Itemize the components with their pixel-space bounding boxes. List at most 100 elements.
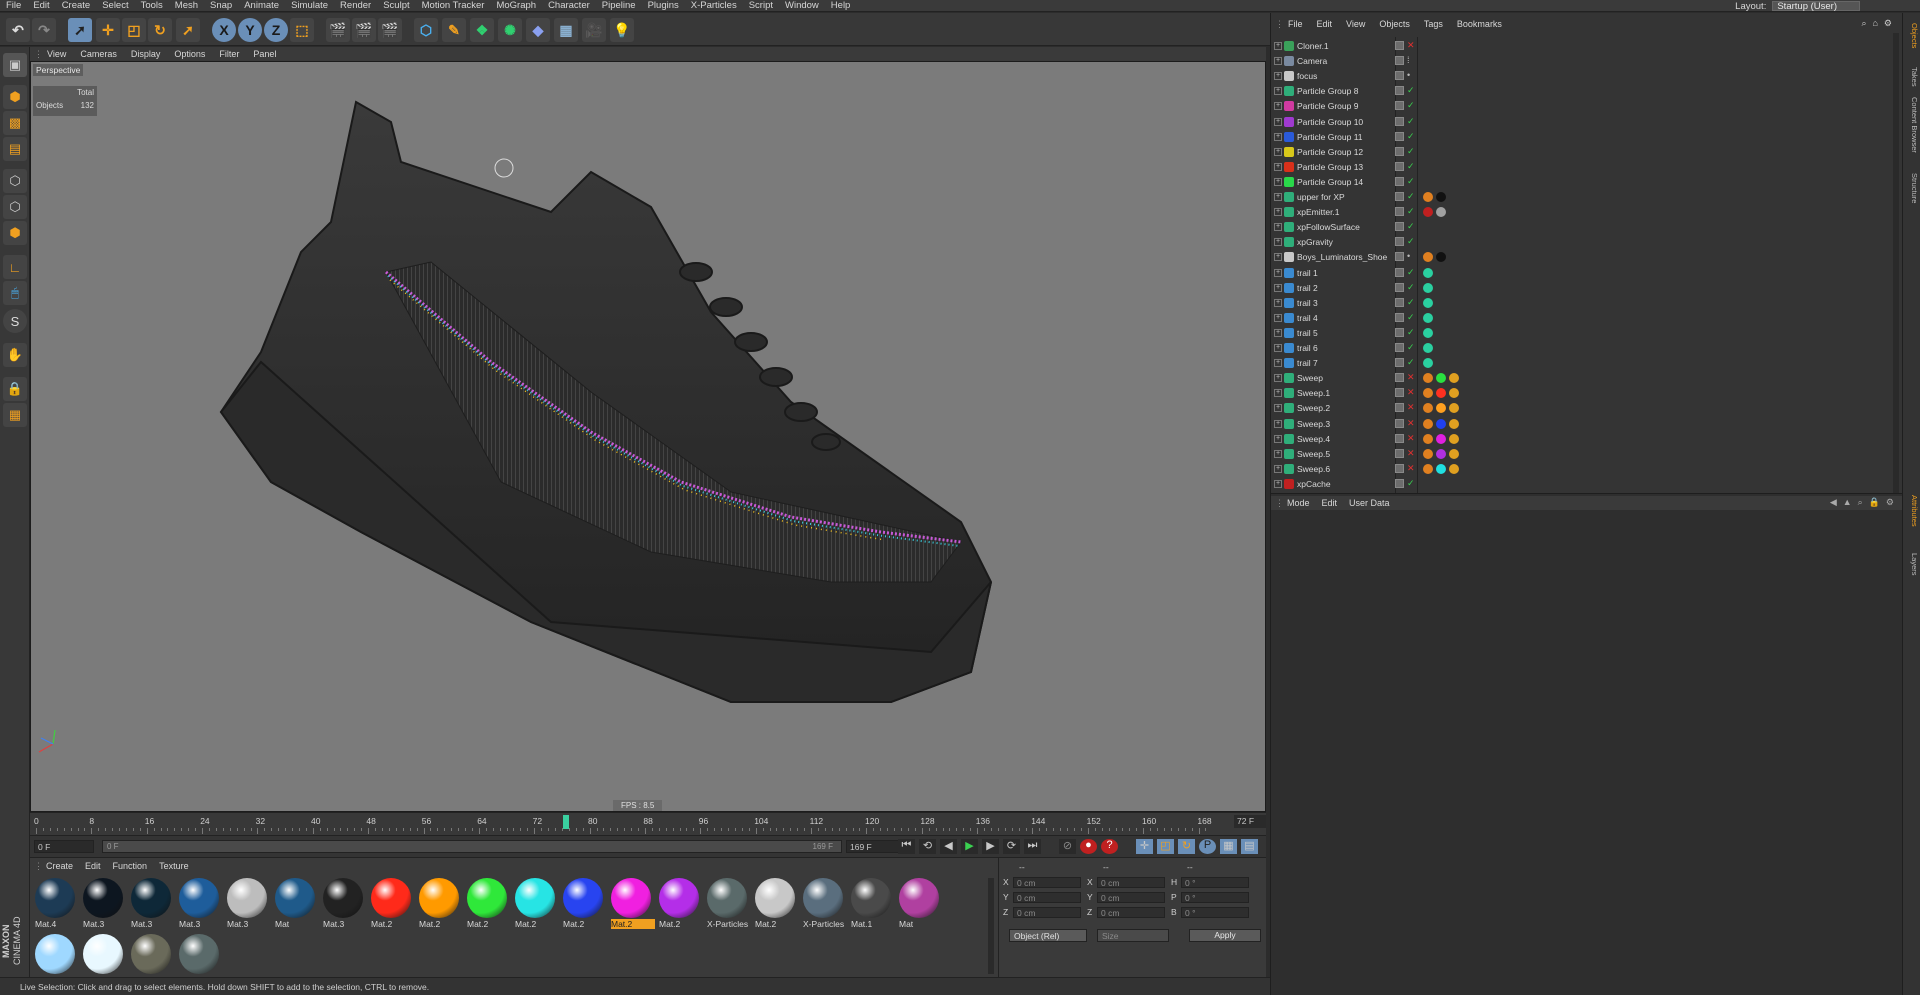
material-swatch[interactable]: Mat.4	[33, 878, 77, 931]
key-param-icon[interactable]: P	[1199, 839, 1216, 854]
object-tag-icon[interactable]	[1449, 373, 1459, 384]
object-tag-icon[interactable]	[1436, 252, 1446, 263]
layer-icon[interactable]	[1395, 131, 1404, 141]
menu-tools[interactable]: Tools	[135, 0, 169, 11]
object-tag-icon[interactable]	[1423, 388, 1433, 399]
expand-icon[interactable]: +	[1274, 298, 1282, 307]
object-name[interactable]: Cloner.1	[1297, 41, 1329, 51]
object-row[interactable]: + Particle Group 10 ✓	[1271, 115, 1891, 130]
x-axis-icon[interactable]: X	[212, 18, 236, 42]
object-row[interactable]: + Sweep.6 ✕	[1271, 462, 1891, 477]
light-icon[interactable]: 💡	[610, 18, 634, 42]
layer-icon[interactable]	[1395, 297, 1404, 307]
coord-mode-dropdown[interactable]: Object (Rel)	[1009, 929, 1087, 942]
object-row[interactable]: + xpFollowSurface ✓	[1271, 220, 1891, 235]
layer-icon[interactable]	[1395, 237, 1404, 247]
menu-x-particles[interactable]: X-Particles	[685, 0, 743, 11]
layer-icon[interactable]	[1395, 71, 1404, 81]
object-tag-icon[interactable]	[1436, 373, 1446, 384]
attribute-menu-mode[interactable]: Mode	[1281, 498, 1316, 508]
object-row[interactable]: + trail 3 ✓	[1271, 296, 1891, 311]
object-tag-icon[interactable]	[1423, 433, 1433, 444]
axis-mode-icon[interactable]: ∟	[3, 255, 27, 279]
disabled-x-icon[interactable]: ✕	[1407, 418, 1415, 428]
expand-icon[interactable]: +	[1274, 42, 1282, 50]
object-row[interactable]: + Particle Group 9 ✓	[1271, 99, 1891, 114]
layer-icon[interactable]	[1395, 327, 1404, 337]
object-tag-icon[interactable]	[1423, 282, 1433, 293]
object-tag-icon[interactable]	[1449, 433, 1459, 444]
layer-icon[interactable]	[1395, 101, 1404, 111]
edges-mode-icon[interactable]: ⬡	[3, 195, 27, 219]
object-row[interactable]: + Sweep.4 ✕	[1271, 432, 1891, 447]
up-arrow-icon[interactable]: ▲	[1843, 497, 1852, 508]
object-name[interactable]: trail 4	[1297, 313, 1318, 323]
coord-value-field[interactable]: 0 cm	[1097, 907, 1165, 918]
viewport-menu-filter[interactable]: Filter	[212, 49, 246, 59]
z-axis-icon[interactable]: Z	[264, 18, 288, 42]
autokey-icon[interactable]: ?	[1101, 839, 1118, 854]
object-name[interactable]: Particle Group 13	[1297, 162, 1363, 172]
object-tag-icon[interactable]	[1423, 312, 1433, 323]
object-tag-icon[interactable]	[1423, 373, 1433, 384]
enabled-check-icon[interactable]: ✓	[1407, 100, 1415, 110]
search-icon[interactable]: ⌕	[1858, 497, 1863, 508]
object-row[interactable]: + Sweep.3 ✕	[1271, 417, 1891, 432]
disabled-x-icon[interactable]: ✕	[1407, 433, 1415, 443]
layer-icon[interactable]	[1395, 373, 1404, 383]
viewport-menu-cameras[interactable]: Cameras	[73, 49, 124, 59]
prev-key-icon[interactable]: ⟲	[919, 839, 936, 854]
playhead[interactable]	[563, 815, 569, 829]
object-name[interactable]: trail 3	[1297, 298, 1318, 308]
lock-icon[interactable]: 🔒	[3, 377, 27, 401]
layer-icon[interactable]	[1395, 161, 1404, 171]
expand-icon[interactable]: +	[1274, 344, 1282, 352]
layer-icon[interactable]	[1395, 86, 1404, 96]
menu-edit[interactable]: Edit	[27, 0, 55, 11]
start-frame-field[interactable]: 0 F	[34, 840, 94, 853]
object-name[interactable]: trail 7	[1297, 358, 1318, 368]
key-pla-icon[interactable]: ▦	[1220, 839, 1237, 854]
object-name[interactable]: Sweep.5	[1297, 449, 1330, 459]
expand-icon[interactable]: +	[1274, 449, 1282, 458]
workplane-icon[interactable]: ▤	[3, 137, 27, 161]
expand-icon[interactable]: +	[1274, 223, 1282, 232]
object-name[interactable]: Particle Group 11	[1297, 132, 1363, 142]
layer-icon[interactable]	[1395, 448, 1404, 458]
enabled-check-icon[interactable]: ✓	[1407, 85, 1415, 95]
enabled-check-icon[interactable]: ✓	[1407, 236, 1415, 246]
enabled-check-icon[interactable]: ✓	[1407, 161, 1415, 171]
layer-icon[interactable]	[1395, 358, 1404, 368]
visibility-dot-icon[interactable]: •	[1407, 70, 1410, 80]
current-frame-field[interactable]: 72 F	[1234, 815, 1266, 828]
coord-value-field[interactable]: 0 cm	[1013, 877, 1081, 888]
layer-icon[interactable]	[1395, 192, 1404, 201]
enabled-check-icon[interactable]: ✓	[1407, 176, 1415, 186]
object-row[interactable]: + Sweep.1 ✕	[1271, 386, 1891, 401]
timeline-ruler[interactable]: 0 8 16 24 32 40 48 56 64 72 80 88 96 104 112 120 128 136 1…	[30, 812, 1266, 835]
coord-size-dropdown[interactable]: Size	[1097, 929, 1169, 942]
menu-script[interactable]: Script	[743, 0, 779, 11]
back-arrow-icon[interactable]: ◀	[1830, 497, 1837, 508]
coord-value-field[interactable]: 0 °	[1181, 892, 1249, 903]
object-tag-icon[interactable]	[1423, 343, 1433, 353]
layer-icon[interactable]	[1395, 41, 1404, 50]
material-scrollbar[interactable]	[988, 878, 994, 974]
layer-icon[interactable]	[1395, 478, 1404, 488]
visibility-dot-icon[interactable]: ⁞	[1407, 55, 1410, 65]
tab-objects[interactable]: Objects	[1905, 23, 1919, 48]
object-name[interactable]: Particle Group 12	[1297, 147, 1363, 157]
attribute-menu-edit[interactable]: Edit	[1316, 498, 1344, 508]
layer-icon[interactable]	[1395, 418, 1404, 428]
object-tag-icon[interactable]	[1449, 388, 1459, 399]
material-swatch[interactable]: Mat.2	[609, 878, 655, 931]
expand-icon[interactable]: +	[1274, 464, 1282, 473]
object-tag-icon[interactable]	[1436, 418, 1446, 429]
object-tag-icon[interactable]	[1449, 403, 1459, 414]
material-swatch[interactable]: Mat.3	[129, 878, 173, 931]
layout-selector[interactable]: Layout: Startup (User)	[1735, 0, 1860, 12]
object-tag-icon[interactable]	[1436, 448, 1446, 459]
object-tag-icon[interactable]	[1423, 207, 1433, 218]
object-name[interactable]: Sweep.1	[1297, 388, 1330, 398]
material-swatch[interactable]: Mat.3	[177, 878, 221, 931]
